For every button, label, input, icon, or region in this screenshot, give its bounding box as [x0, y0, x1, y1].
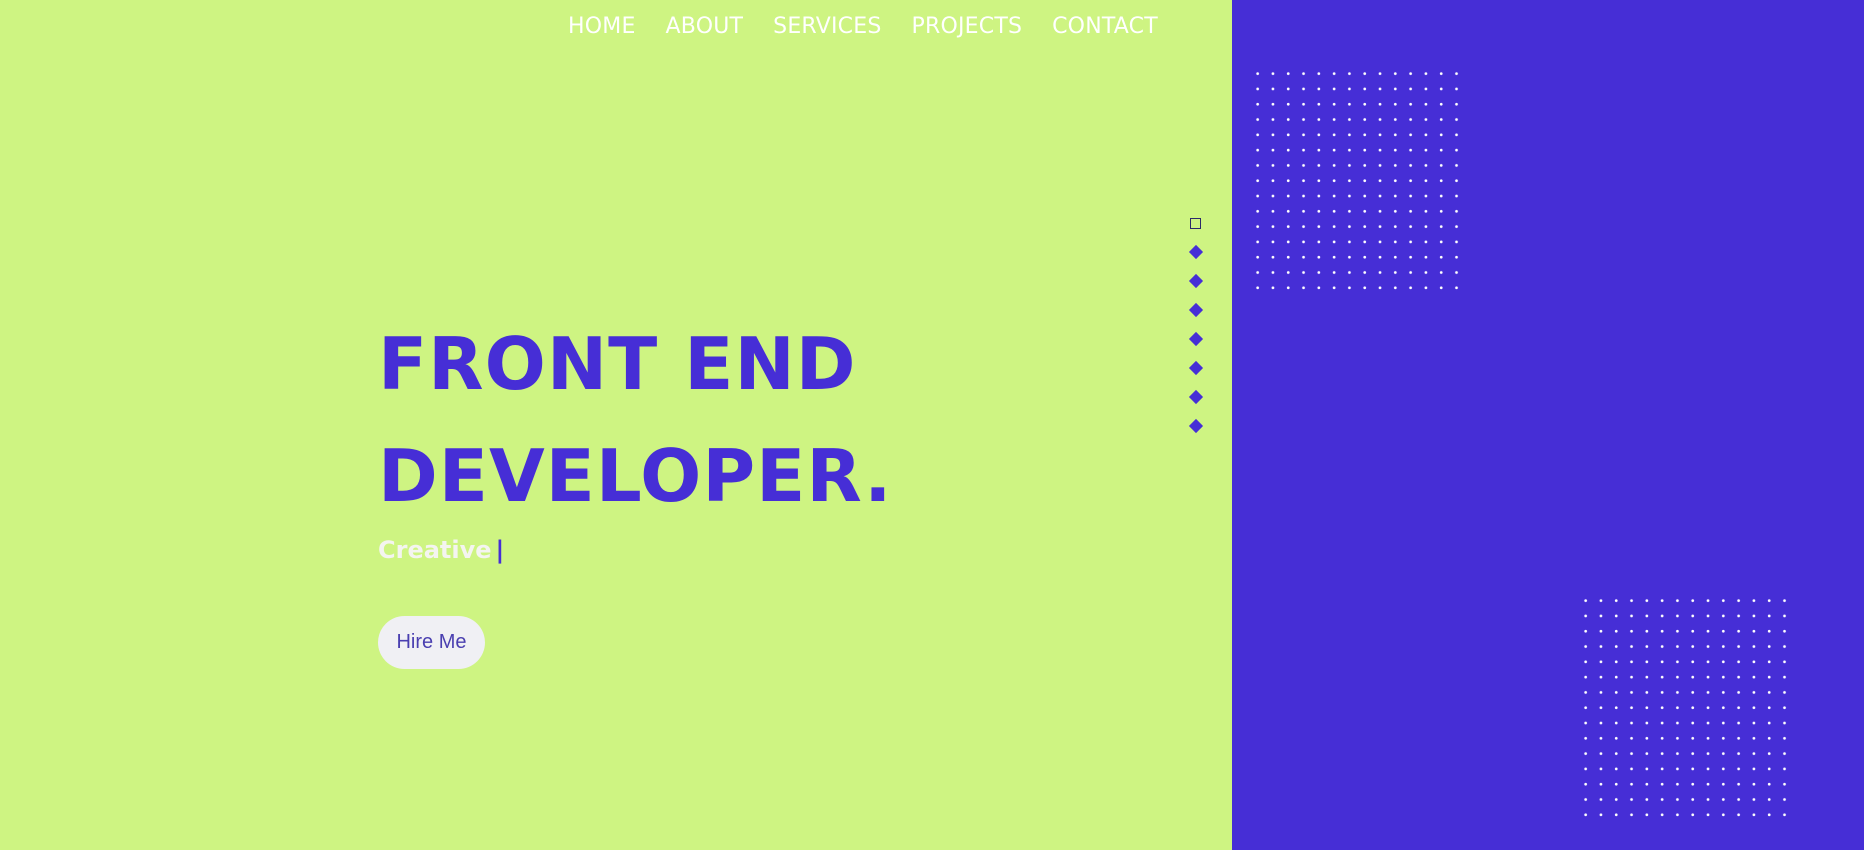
hero-title: FRONT END DEVELOPER. — [378, 308, 892, 532]
hero-title-line-1: FRONT END — [378, 322, 857, 406]
hire-me-button[interactable]: Hire Me — [378, 616, 485, 669]
slide-dot-8[interactable] — [1188, 418, 1204, 434]
slide-dot-2[interactable] — [1188, 244, 1204, 260]
typed-word: Creative — [378, 536, 492, 564]
slide-dot-3[interactable] — [1188, 273, 1204, 289]
hero: FRONT END DEVELOPER. Creative | — [378, 308, 892, 568]
typing-cursor: | — [495, 536, 505, 564]
nav-contact[interactable]: CONTACT — [1052, 12, 1158, 42]
nav-projects[interactable]: PROJECTS — [912, 12, 1023, 42]
nav-about[interactable]: ABOUT — [666, 12, 744, 42]
dot-pattern-bottom — [1578, 593, 1798, 817]
main-nav: HOME ABOUT SERVICES PROJECTS CONTACT — [568, 12, 1158, 42]
right-panel — [1232, 0, 1864, 850]
slide-dot-7[interactable] — [1188, 389, 1204, 405]
slide-dot-6[interactable] — [1188, 360, 1204, 376]
hero-title-line-2: DEVELOPER. — [378, 434, 893, 518]
nav-services[interactable]: SERVICES — [773, 12, 881, 42]
nav-home[interactable]: HOME — [568, 12, 636, 42]
typed-subtitle: Creative | — [378, 532, 892, 568]
page: HOME ABOUT SERVICES PROJECTS CONTACT FRO… — [0, 0, 1864, 850]
dot-pattern-top — [1250, 66, 1470, 291]
slide-dot-4[interactable] — [1188, 302, 1204, 318]
slide-dot-5[interactable] — [1188, 331, 1204, 347]
slide-dot-1-active[interactable] — [1190, 218, 1201, 229]
